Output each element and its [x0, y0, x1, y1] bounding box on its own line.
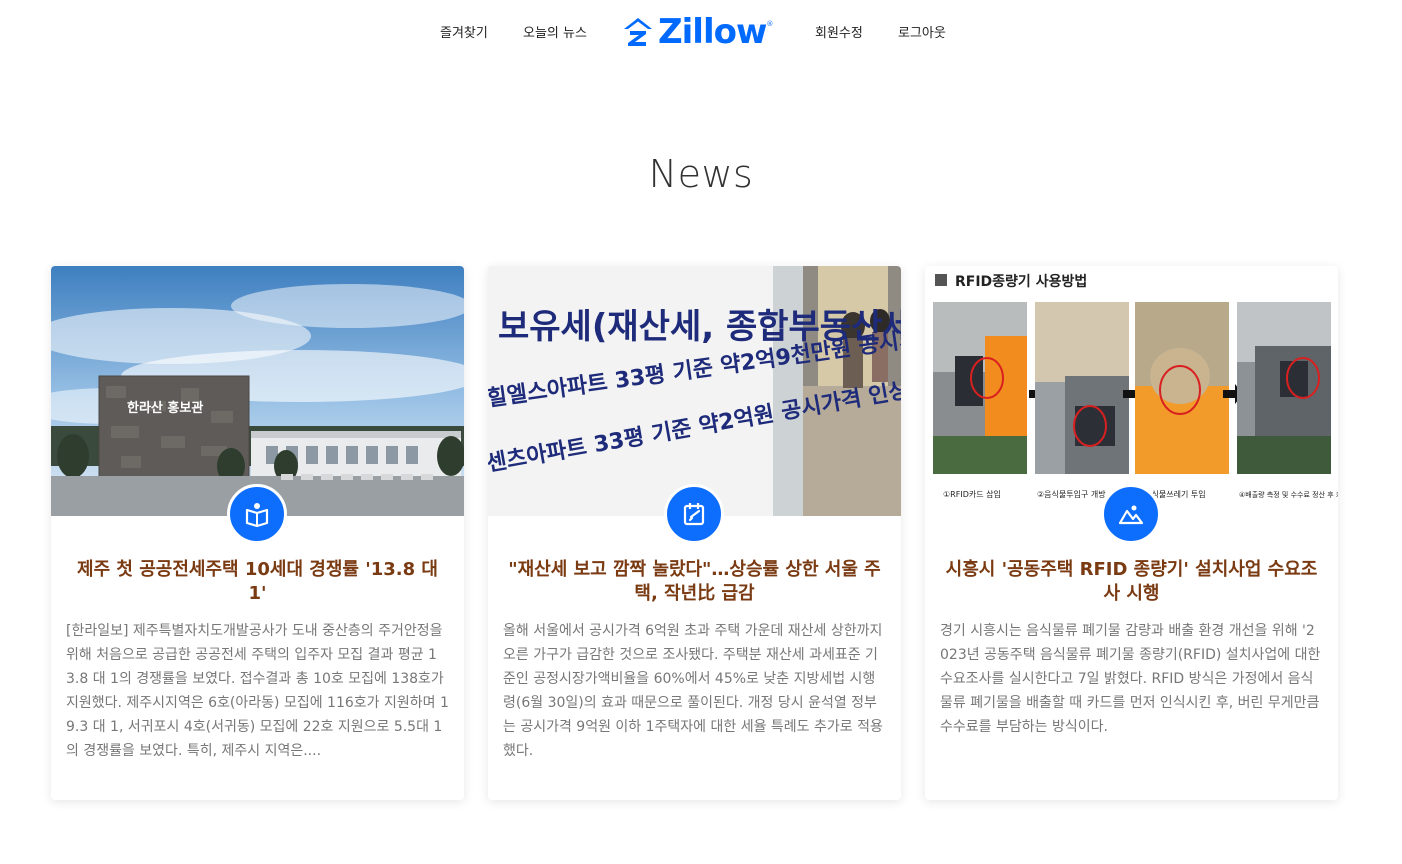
- news-card-title[interactable]: 제주 첫 공공전세주택 10세대 경쟁률 '13.8 대 1': [69, 558, 446, 606]
- news-card[interactable]: RFID종량기 사용방법 ①RFID카드 삽입 ②음식물투입구 개방 ③음식물쓰…: [925, 266, 1338, 800]
- rfid-step-1: ①RFID카드 삽입: [943, 490, 1001, 499]
- card-badge: [227, 484, 287, 544]
- news-card[interactable]: 한라산 홍보관 제주 첫 공공전세주택 10세대 경쟁률 '13.8 대 1' …: [51, 266, 464, 800]
- card-badge: [1101, 484, 1161, 544]
- logo-registered-mark: ®: [766, 20, 774, 28]
- rfid-step-2: ②음식물투입구 개방: [1037, 489, 1106, 499]
- news-card-title[interactable]: "재산세 보고 깜짝 놀랐다"…상승률 상한 서울 주택, 작년比 급감: [506, 558, 883, 606]
- image-icon: [1118, 505, 1144, 525]
- top-navigation: 즐겨찾기 오늘의 뉴스 Zillow ® 회원수정 로그아웃: [0, 0, 1402, 64]
- news-card[interactable]: 보유세(재산세, 종합부동산세) 힐엘스아파트 33평 기준 약2억9천만원 공…: [488, 266, 901, 800]
- news-card-image: 한라산 홍보관: [51, 266, 464, 516]
- zillow-logo-icon: [624, 18, 652, 46]
- nav-favorites-link[interactable]: 즐겨찾기: [440, 22, 488, 41]
- logo-wordmark: Zillow: [658, 12, 767, 52]
- news-card-body: [한라일보] 제주특별자치도개발공사가 도내 중산층의 주거안정을 위해 처음으…: [66, 623, 449, 759]
- news-card-image: 보유세(재산세, 종합부동산세) 힐엘스아파트 33평 기준 약2억9천만원 공…: [488, 266, 901, 516]
- building-sign-text: 한라산 홍보관: [127, 400, 203, 416]
- book-icon: [245, 503, 269, 528]
- nav-edit-profile-link[interactable]: 회원수정: [815, 22, 863, 41]
- nav-todays-news-link[interactable]: 오늘의 뉴스: [523, 22, 587, 41]
- news-card-body: 경기 시흥시는 음식물류 폐기물 감량과 배출 환경 개선을 위해 '2023년…: [940, 623, 1321, 735]
- card-badge: [664, 484, 724, 544]
- news-card-image: RFID종량기 사용방법 ①RFID카드 삽입 ②음식물투입구 개방 ③음식물쓰…: [925, 266, 1338, 516]
- nav-logout-link[interactable]: 로그아웃: [898, 22, 946, 41]
- calendar-icon: [683, 503, 705, 526]
- rfid-heading: RFID종량기 사용방법: [955, 273, 1087, 290]
- news-card-body: 올해 서울에서 공시가격 6억원 초과 주택 가운데 재산세 상한까지 오른 가…: [503, 623, 883, 759]
- news-card-title[interactable]: 시흥시 '공동주택 RFID 종량기' 설치사업 수요조사 시행: [943, 558, 1320, 606]
- page-title: News: [648, 152, 754, 196]
- rfid-step-4: ④배출량 측정 및 수수료 정산 후 카드회수: [1239, 490, 1338, 499]
- zillow-logo[interactable]: Zillow ®: [622, 12, 773, 52]
